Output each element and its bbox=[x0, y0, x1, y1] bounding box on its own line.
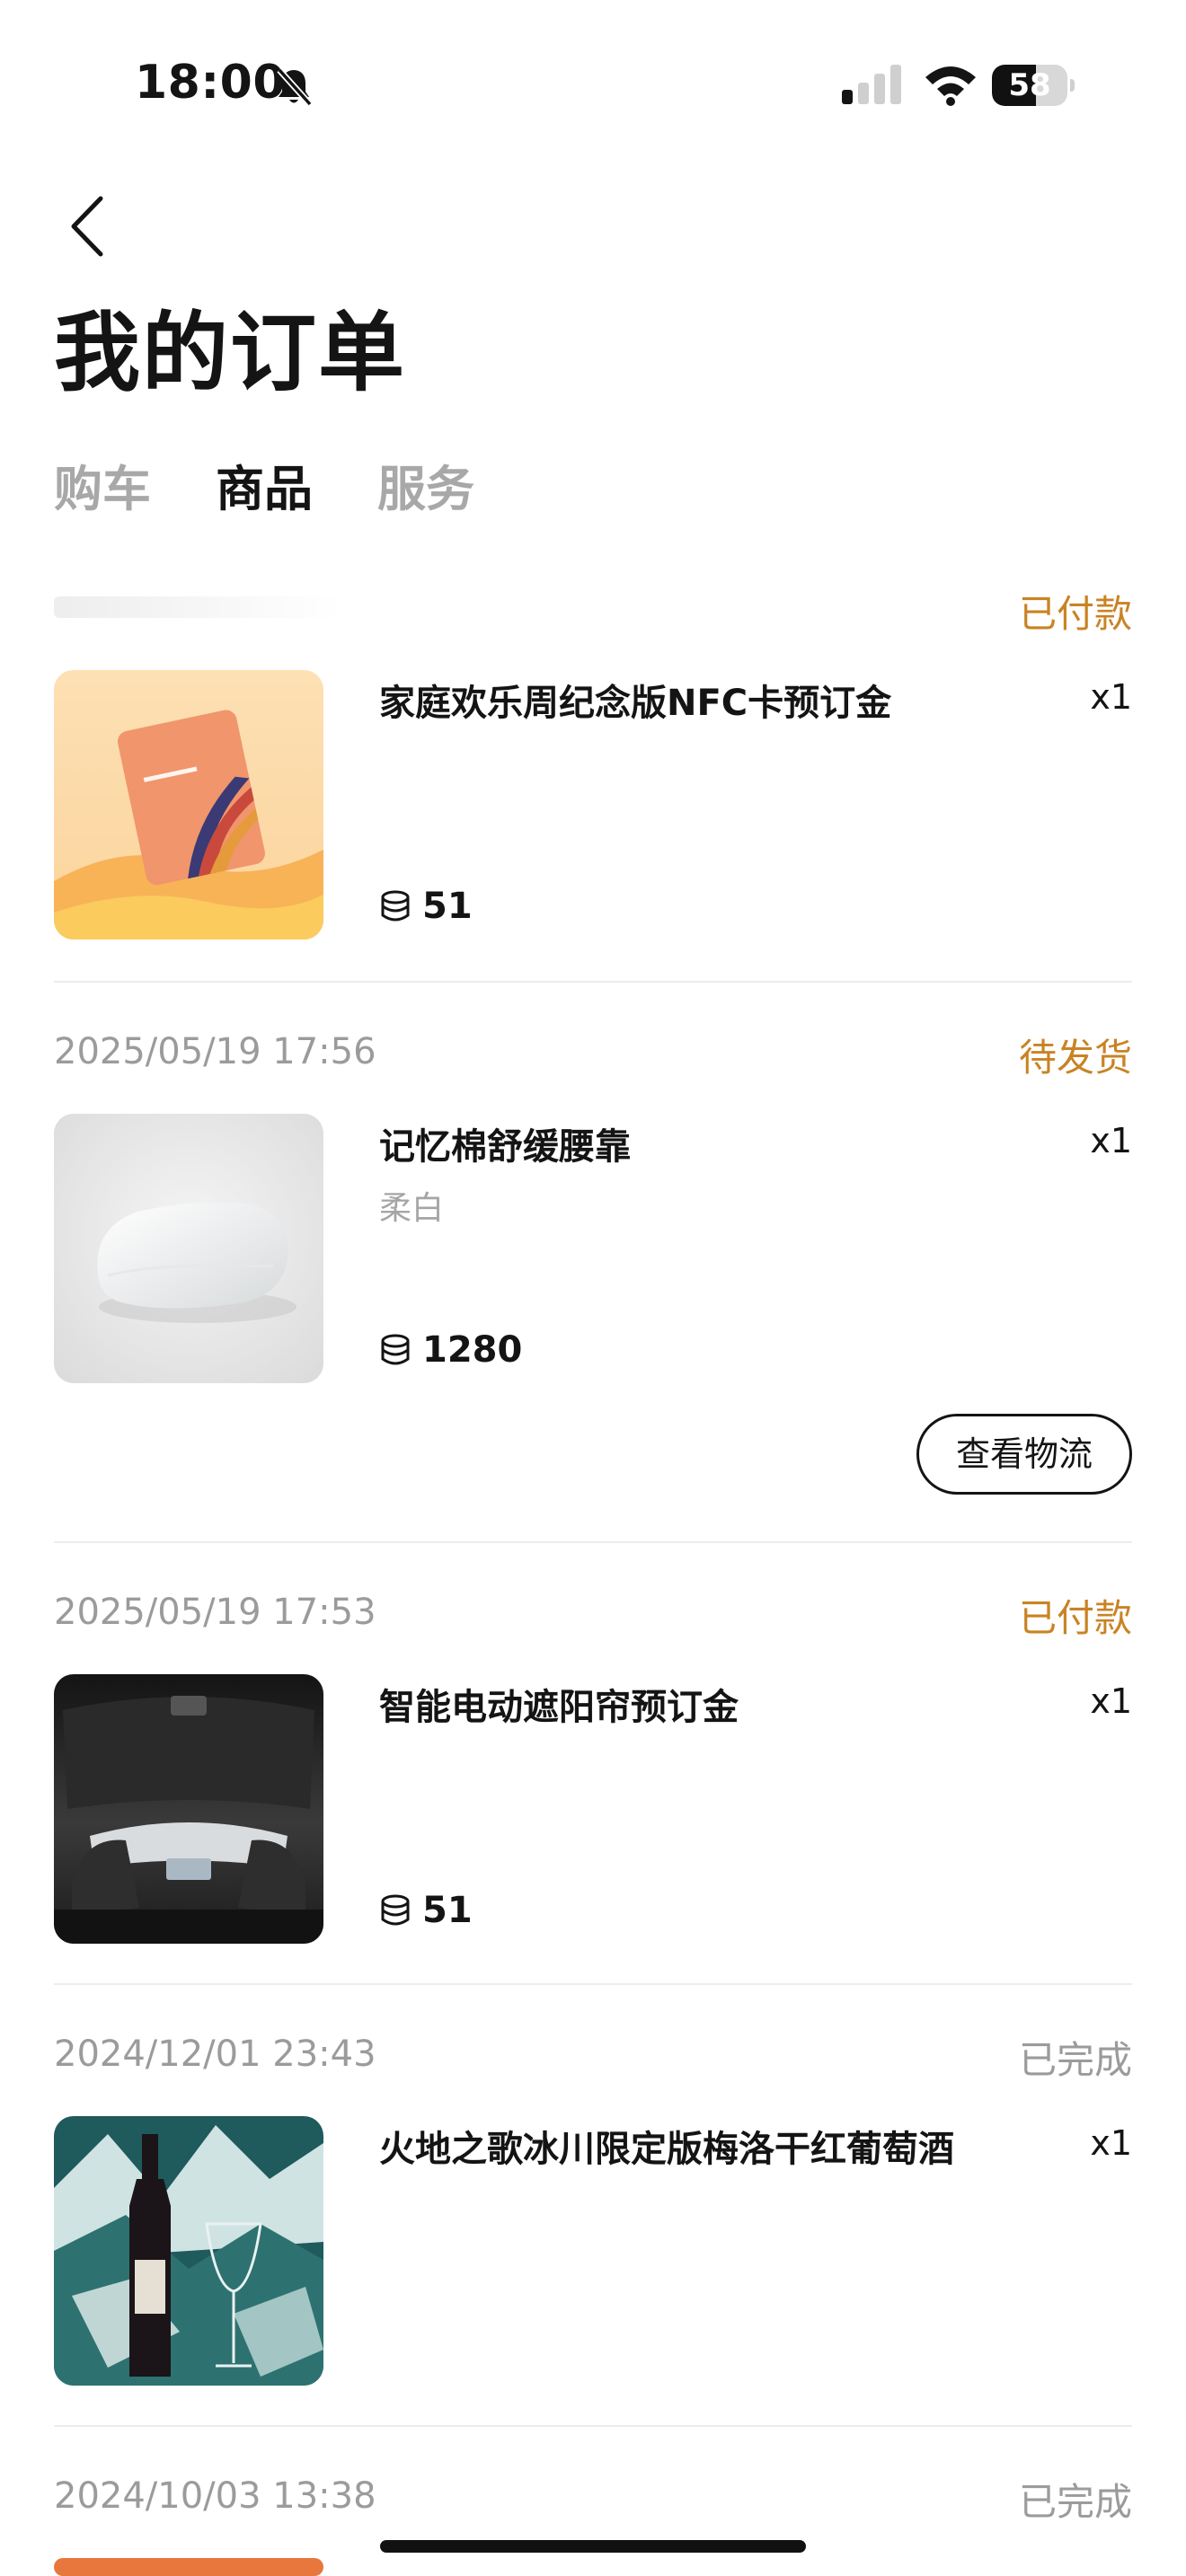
status-time: 18:00 bbox=[135, 56, 287, 110]
tab-bar: 购车 商品 服务 bbox=[54, 449, 474, 517]
order-card[interactable]: 2024/12/01 23:43 已完成 火地之歌冰川限定版梅洛干红葡萄酒 x1 bbox=[54, 2026, 1132, 2413]
bell-slash-icon bbox=[277, 67, 313, 107]
tab-car-purchase[interactable]: 购车 bbox=[54, 449, 151, 517]
product-price: 51 bbox=[379, 884, 473, 929]
product-name[interactable]: 记忆棉舒缓腰靠 bbox=[379, 1117, 631, 1169]
product-quantity: x1 bbox=[1090, 2123, 1132, 2163]
price-value: 51 bbox=[422, 886, 473, 927]
order-date: 2024/10/03 13:38 bbox=[54, 2475, 376, 2517]
battery-level: 58 bbox=[1008, 67, 1051, 103]
product-quantity: x1 bbox=[1090, 677, 1132, 717]
view-logistics-button[interactable]: 查看物流 bbox=[916, 1414, 1132, 1495]
product-variant: 柔白 bbox=[379, 1190, 445, 1227]
coin-icon bbox=[381, 1334, 410, 1365]
divider bbox=[54, 1983, 1132, 1985]
order-date: 2025/05/19 17:53 bbox=[54, 1592, 376, 1633]
order-status: 已付款 bbox=[1018, 592, 1132, 636]
order-status: 已完成 bbox=[1018, 2038, 1132, 2082]
product-quantity: x1 bbox=[1090, 1681, 1132, 1721]
product-name[interactable]: 火地之歌冰川限定版梅洛干红葡萄酒 bbox=[379, 2120, 954, 2172]
divider bbox=[54, 2425, 1132, 2427]
lumbar-pillow-image[interactable] bbox=[54, 1114, 323, 1383]
order-date: 2024/12/01 23:43 bbox=[54, 2033, 376, 2075]
order-card[interactable]: 2025/05/19 17:53 已付款 智能电动遮阳帘预订金 x1 51 bbox=[54, 1584, 1132, 1971]
price-value: 51 bbox=[422, 1890, 473, 1931]
product-name[interactable]: 家庭欢乐周纪念版NFC卡预订金 bbox=[379, 674, 891, 726]
tab-services[interactable]: 服务 bbox=[377, 449, 474, 517]
price-value: 1280 bbox=[422, 1329, 523, 1371]
product-quantity: x1 bbox=[1090, 1121, 1132, 1160]
order-date: 2025/05/19 17:56 bbox=[54, 1031, 376, 1072]
divider bbox=[54, 1541, 1132, 1543]
car-sunshade-image[interactable] bbox=[54, 1674, 323, 1944]
order-card[interactable]: 2024/10/03 13:38 已完成 bbox=[54, 2468, 1132, 2576]
wifi-icon bbox=[925, 66, 976, 106]
order-card[interactable]: 已付款 家庭欢乐周纪念版NFC卡预订金 x1 51 bbox=[54, 575, 1132, 952]
coin-icon bbox=[381, 1894, 410, 1926]
order-status: 已付款 bbox=[1018, 1596, 1132, 1640]
order-status: 待发货 bbox=[1018, 1036, 1132, 1080]
divider bbox=[54, 981, 1132, 983]
product-name[interactable]: 智能电动遮阳帘预订金 bbox=[379, 1678, 739, 1730]
product-price: 1280 bbox=[379, 1328, 522, 1372]
product-image[interactable] bbox=[54, 2558, 323, 2576]
wine-bottle-image[interactable] bbox=[54, 2116, 323, 2386]
coin-icon bbox=[381, 890, 410, 922]
tab-products[interactable]: 商品 bbox=[216, 449, 313, 517]
home-indicator[interactable] bbox=[380, 2540, 806, 2553]
nfc-card-image[interactable] bbox=[54, 670, 323, 940]
product-price: 51 bbox=[379, 1888, 473, 1933]
chevron-left-icon[interactable] bbox=[65, 193, 110, 260]
order-card[interactable]: 2025/05/19 17:56 待发货 记忆棉舒缓腰靠 柔白 x1 1280 … bbox=[54, 1024, 1132, 1527]
order-status: 已完成 bbox=[1018, 2480, 1132, 2524]
page-title: 我的订单 bbox=[54, 303, 406, 403]
battery-icon: 58 bbox=[992, 65, 1075, 106]
signal-icon bbox=[842, 65, 901, 104]
